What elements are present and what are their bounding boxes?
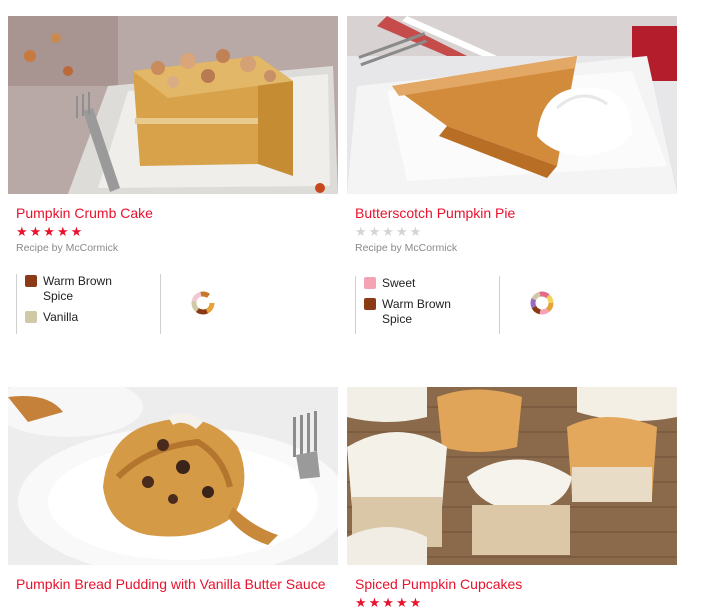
flavor-label: Warm Brown Spice [43, 274, 112, 303]
flavor-item: Warm Brown Spice [364, 297, 499, 327]
flavor-wheel-icon[interactable] [190, 290, 216, 316]
recipe-title[interactable]: Spiced Pumpkin Cupcakes [355, 576, 673, 593]
recipe-byline: Recipe by McCormick [16, 242, 119, 254]
recipe-byline: Recipe by McCormick [355, 242, 458, 254]
rating-stars: ★★★★★ [355, 224, 424, 239]
recipe-card-spiced-pumpkin-cupcakes[interactable]: Spiced Pumpkin Cupcakes ★★★★★ [347, 387, 677, 614]
recipe-photo-cupcakes[interactable] [347, 387, 677, 565]
flavor-swatch [364, 298, 376, 310]
recipe-photo-pumpkin-pie[interactable] [347, 16, 677, 194]
flavor-item: Sweet [364, 276, 499, 291]
flavor-item: Vanilla [25, 310, 160, 325]
rating-stars: ★★★★★ [16, 224, 85, 239]
recipe-card-pumpkin-crumb-cake[interactable]: Pumpkin Crumb Cake ★★★★★ Recipe by McCor… [8, 16, 338, 336]
flavor-item: Warm Brown Spice [25, 274, 160, 304]
flavor-swatch [25, 275, 37, 287]
flavor-label: Sweet [382, 276, 416, 290]
recipe-card-pumpkin-bread-pudding[interactable]: Pumpkin Bread Pudding with Vanilla Butte… [8, 387, 338, 614]
recipe-title[interactable]: Pumpkin Bread Pudding with Vanilla Butte… [16, 576, 334, 593]
flavor-swatch [25, 311, 37, 323]
recipe-photo-bread-pudding[interactable] [8, 387, 338, 565]
recipe-card-butterscotch-pumpkin-pie[interactable]: Butterscotch Pumpkin Pie ★★★★★ Recipe by… [347, 16, 677, 336]
rating-stars: ★★★★★ [355, 595, 424, 610]
flavor-label: Vanilla [43, 310, 79, 324]
recipe-title[interactable]: Butterscotch Pumpkin Pie [355, 205, 673, 222]
flavor-swatch [364, 277, 376, 289]
recipe-title[interactable]: Pumpkin Crumb Cake [16, 205, 334, 222]
flavor-label: Warm Brown Spice [382, 297, 451, 326]
flavor-list: Sweet Warm Brown Spice [355, 276, 500, 334]
flavor-list: Warm Brown Spice Vanilla [16, 274, 161, 334]
recipe-photo-crumb-cake[interactable] [8, 16, 338, 194]
flavor-wheel-icon[interactable] [529, 290, 555, 316]
